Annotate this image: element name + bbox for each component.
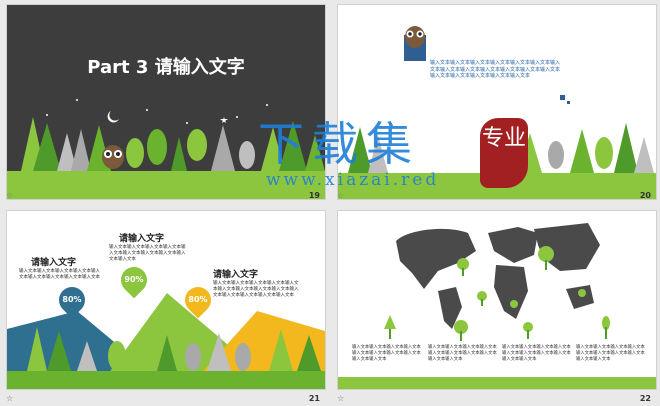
slide-19-footer: ☆ 19	[6, 189, 326, 203]
badge-value: 80%	[188, 295, 208, 304]
slide-21[interactable]: 请输入文字 输入文本输入文本输入文本输入文本输入文本输入文本输入文本输入文本输入…	[6, 210, 326, 390]
caption-text: 输入文本输入文本输入文本输入文本输入文本输入文本输入文本输入文本输入文本输入文本	[428, 345, 497, 362]
watermark-url: www.xiazai.red	[266, 170, 440, 190]
body-text: 输入文本输入文本输入文本输入文本输入文本输入文本输入文本输入文本输入文本输入文本…	[430, 60, 561, 80]
star-icon: ☆	[6, 191, 14, 200]
block-heading: 请输入文字	[119, 234, 165, 244]
slide-22[interactable]: 输入文本输入文本输入文本输入文本输入文本输入文本输入文本输入文本输入文本输入文本…	[337, 210, 657, 390]
owl-icon	[102, 145, 124, 169]
moon-icon	[107, 111, 119, 123]
slide-22-footer: ☆ 22	[337, 392, 657, 406]
star-icon: ☆	[6, 394, 14, 403]
stars	[46, 99, 268, 124]
caption-trees	[384, 315, 610, 341]
slide-20-footer: ☆ 20	[337, 189, 657, 203]
caption-text: 输入文本输入文本输入文本输入文本输入文本输入文本输入文本输入文本输入文本输入文本	[502, 345, 571, 362]
caption-text: 输入文本输入文本输入文本输入文本输入文本输入文本输入文本输入文本输入文本输入文本	[576, 345, 645, 362]
block-text: 输入文本输入文本输入文本输入文本输入文本输入文本输入文本输入文本输入文本输入文本	[109, 245, 186, 263]
slide-number: 21	[308, 394, 320, 403]
block-heading: 请输入文字	[213, 270, 259, 280]
badge-value: 80%	[62, 295, 82, 304]
watermark-seal: 专业	[480, 118, 528, 188]
block-heading: 请输入文字	[31, 258, 77, 268]
star-icon: ☆	[337, 394, 345, 403]
watermark-title: 下载集	[258, 117, 420, 171]
mountain-scene	[7, 293, 325, 389]
caption-text: 输入文本输入文本输入文本输入文本输入文本输入文本输入文本输入文本输入文本输入文本	[352, 345, 421, 362]
slide-number: 22	[639, 394, 651, 403]
slide-number: 19	[308, 191, 320, 200]
block-text: 输入文本输入文本输入文本输入文本输入文本输入文本输入文本输入文本输入文本输入文本…	[213, 281, 299, 299]
star-icon: ☆	[337, 191, 345, 200]
slide-number: 20	[639, 191, 651, 200]
badge-value: 90%	[124, 275, 144, 284]
block-text: 输入文本输入文本输入文本输入文本输入文本输入文本输入文本输入文本输入文本	[19, 269, 100, 281]
owl-icon	[405, 26, 425, 48]
slide-21-footer: ☆ 21	[6, 392, 326, 406]
